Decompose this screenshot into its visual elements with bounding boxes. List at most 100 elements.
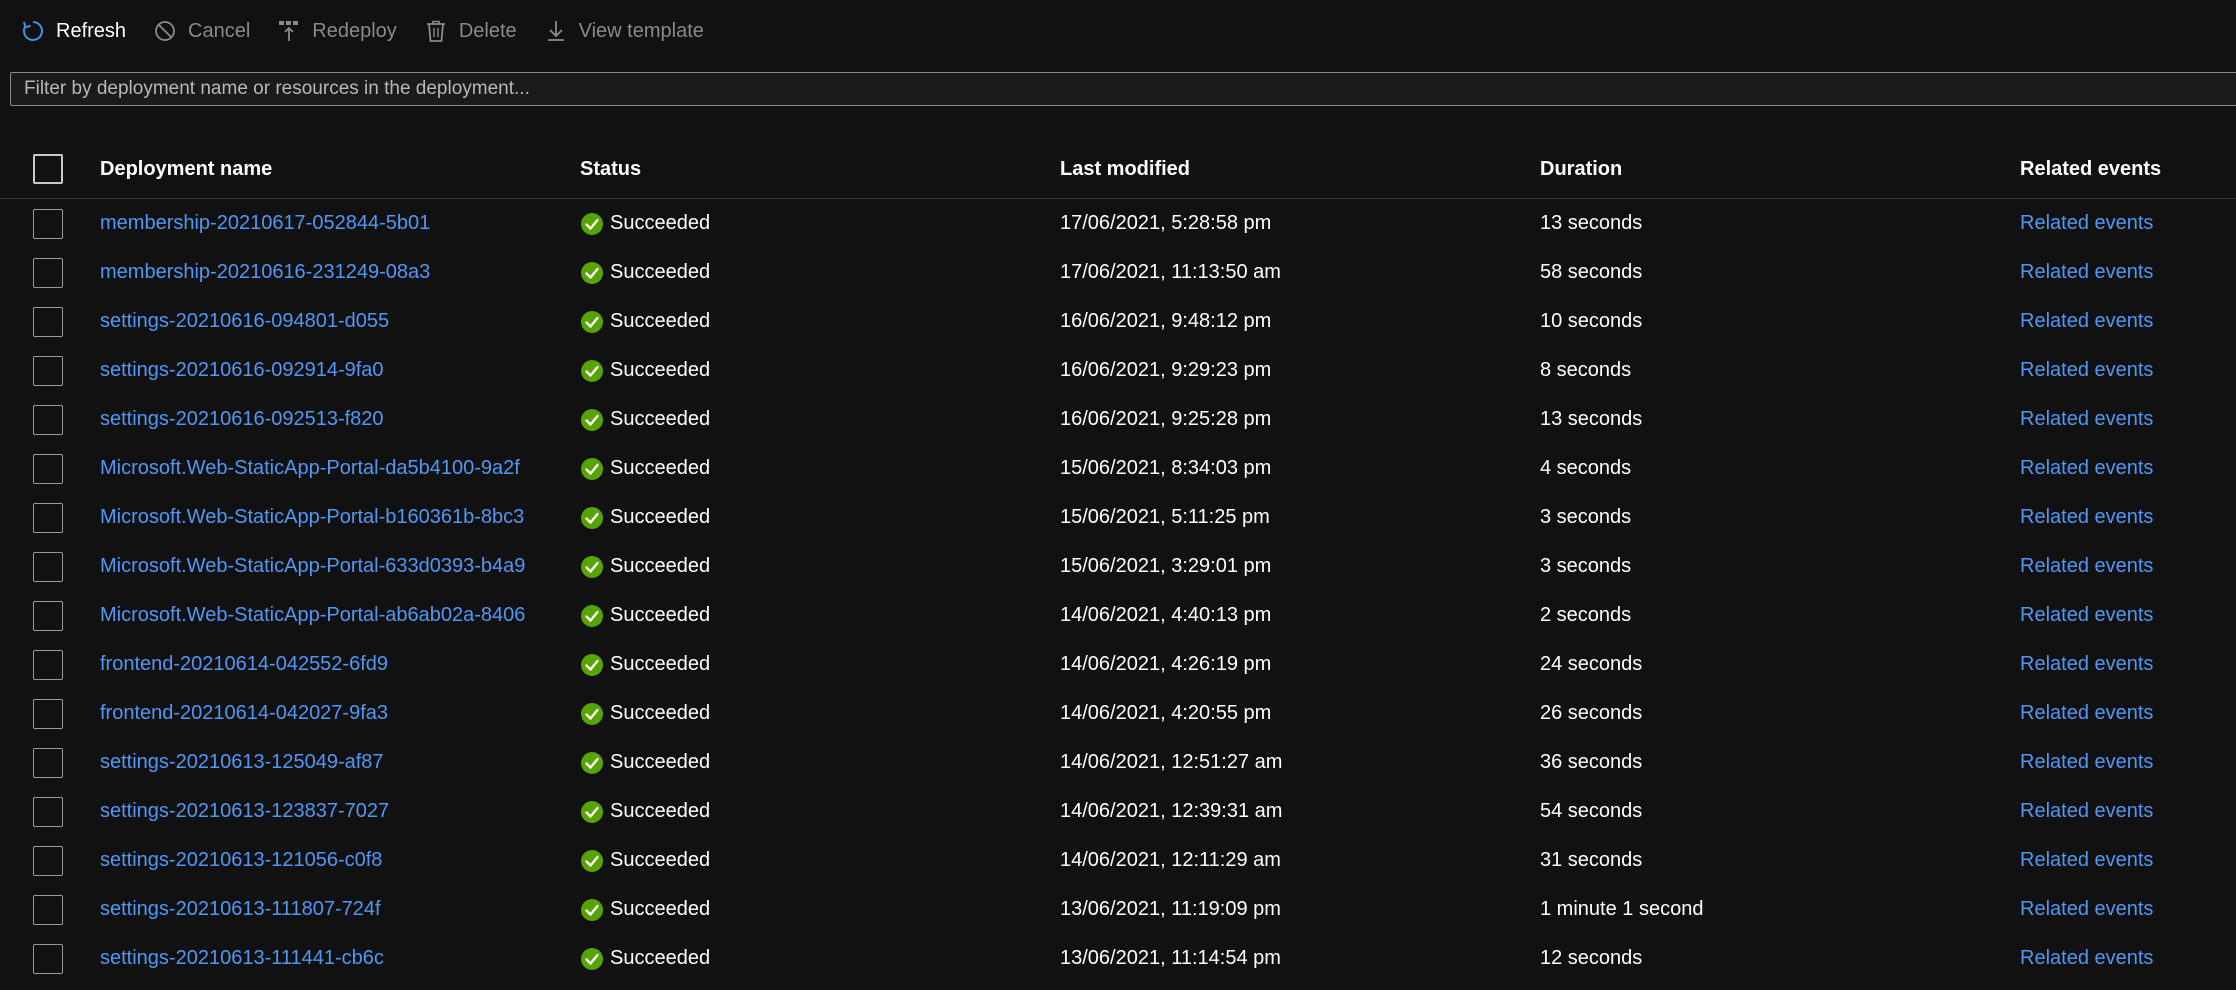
row-select-cell	[32, 257, 64, 289]
row-checkbox[interactable]	[33, 649, 63, 680]
column-header-related-events[interactable]: Related events	[2020, 158, 2161, 181]
related-events-link[interactable]: Related events	[2020, 849, 2153, 871]
related-events-link[interactable]: Related events	[2020, 555, 2153, 577]
row-checkbox[interactable]	[33, 257, 63, 288]
related-events-cell: Related events	[2020, 457, 2153, 480]
deployment-name-cell: frontend-20210614-042552-6fd9	[100, 653, 388, 676]
last-modified-cell: 14/06/2021, 4:40:13 pm	[1060, 604, 1272, 626]
deployment-name-link[interactable]: settings-20210613-123837-7027	[100, 800, 389, 822]
row-checkbox[interactable]	[33, 698, 63, 729]
success-check-icon	[580, 457, 604, 481]
row-checkbox[interactable]	[33, 551, 63, 582]
deployment-name-cell: membership-20210617-052844-5b01	[100, 212, 430, 235]
row-select-cell	[32, 600, 64, 632]
status-cell: Succeeded	[580, 359, 710, 383]
row-checkbox[interactable]	[33, 747, 63, 778]
grid-header-row: Deployment name Status Last modified Dur…	[0, 140, 2236, 199]
deployments-grid: Deployment name Status Last modified Dur…	[0, 140, 2236, 983]
duration-cell: 8 seconds	[1540, 359, 1632, 381]
column-header-duration[interactable]: Duration	[1540, 158, 1622, 181]
deployment-name-link[interactable]: Microsoft.Web-StaticApp-Portal-ab6ab02a-…	[100, 604, 525, 626]
refresh-button[interactable]: Refresh	[20, 11, 126, 51]
delete-button[interactable]: Delete	[423, 11, 517, 51]
last-modified-cell: 15/06/2021, 5:11:25 pm	[1060, 506, 1270, 528]
row-checkbox[interactable]	[33, 894, 63, 925]
row-checkbox[interactable]	[33, 453, 63, 484]
row-checkbox[interactable]	[33, 306, 63, 337]
success-check-icon	[580, 261, 604, 285]
deployment-name-cell: Microsoft.Web-StaticApp-Portal-b160361b-…	[100, 506, 524, 529]
table-row: settings-20210613-125049-af87 Succeeded …	[0, 738, 2236, 787]
row-select-cell	[32, 404, 64, 436]
related-events-link[interactable]: Related events	[2020, 310, 2153, 332]
column-header-last-modified[interactable]: Last modified	[1060, 158, 1190, 181]
related-events-link[interactable]: Related events	[2020, 702, 2153, 724]
related-events-cell: Related events	[2020, 702, 2153, 725]
row-checkbox[interactable]	[33, 600, 63, 631]
redeploy-icon	[276, 18, 302, 44]
table-row: settings-20210616-092914-9fa0 Succeeded …	[0, 346, 2236, 395]
related-events-link[interactable]: Related events	[2020, 653, 2153, 675]
duration-cell: 1 minute 1 second	[1540, 898, 1704, 920]
row-checkbox[interactable]	[33, 796, 63, 827]
related-events-cell: Related events	[2020, 408, 2153, 431]
select-all-checkbox[interactable]	[33, 154, 63, 184]
deployment-name-cell: settings-20210613-111807-724f	[100, 898, 381, 921]
deployment-name-link[interactable]: frontend-20210614-042027-9fa3	[100, 702, 388, 724]
column-header-deployment-name[interactable]: Deployment name	[100, 158, 272, 181]
cancel-button[interactable]: Cancel	[152, 11, 250, 51]
view-template-button[interactable]: View template	[543, 11, 704, 51]
related-events-link[interactable]: Related events	[2020, 898, 2153, 920]
deployment-name-link[interactable]: membership-20210616-231249-08a3	[100, 261, 430, 283]
status-text: Succeeded	[610, 457, 711, 479]
related-events-link[interactable]: Related events	[2020, 947, 2153, 969]
deployment-name-link[interactable]: Microsoft.Web-StaticApp-Portal-da5b4100-…	[100, 457, 520, 479]
status-cell: Succeeded	[580, 653, 710, 677]
deployment-name-link[interactable]: settings-20210616-094801-d055	[100, 310, 389, 332]
deployment-name-cell: settings-20210613-121056-c0f8	[100, 849, 382, 872]
related-events-link[interactable]: Related events	[2020, 506, 2153, 528]
deployment-name-link[interactable]: settings-20210616-092513-f820	[100, 408, 384, 430]
related-events-link[interactable]: Related events	[2020, 800, 2153, 822]
row-select-cell	[32, 845, 64, 877]
related-events-link[interactable]: Related events	[2020, 261, 2153, 283]
status-cell: Succeeded	[580, 457, 710, 481]
deployment-name-link[interactable]: Microsoft.Web-StaticApp-Portal-633d0393-…	[100, 555, 525, 577]
refresh-label: Refresh	[56, 19, 127, 42]
related-events-link[interactable]: Related events	[2020, 604, 2153, 626]
deployment-name-link[interactable]: membership-20210617-052844-5b01	[100, 212, 430, 234]
related-events-link[interactable]: Related events	[2020, 408, 2153, 430]
related-events-link[interactable]: Related events	[2020, 359, 2153, 381]
row-checkbox[interactable]	[33, 845, 63, 876]
deployment-name-link[interactable]: settings-20210613-111441-cb6c	[100, 947, 384, 969]
deployment-name-link[interactable]: settings-20210613-125049-af87	[100, 751, 384, 773]
deployment-name-link[interactable]: Microsoft.Web-StaticApp-Portal-b160361b-…	[100, 506, 524, 528]
deployment-name-link[interactable]: settings-20210616-092914-9fa0	[100, 359, 384, 381]
row-checkbox[interactable]	[33, 943, 63, 974]
deployment-name-link[interactable]: settings-20210613-111807-724f	[100, 898, 381, 920]
related-events-link[interactable]: Related events	[2020, 751, 2153, 773]
duration-cell: 58 seconds	[1540, 261, 1643, 283]
column-header-status[interactable]: Status	[580, 158, 641, 181]
row-select-cell	[32, 747, 64, 779]
row-checkbox[interactable]	[33, 502, 63, 533]
related-events-link[interactable]: Related events	[2020, 212, 2153, 234]
status-text: Succeeded	[610, 653, 711, 675]
table-row: settings-20210613-121056-c0f8 Succeeded …	[0, 836, 2236, 885]
related-events-link[interactable]: Related events	[2020, 457, 2153, 479]
filter-input[interactable]	[10, 72, 2236, 106]
success-check-icon	[580, 800, 604, 824]
duration-cell: 12 seconds	[1540, 947, 1643, 969]
deployment-name-link[interactable]: settings-20210613-121056-c0f8	[100, 849, 382, 871]
duration-cell: 3 seconds	[1540, 555, 1632, 577]
deployment-name-link[interactable]: frontend-20210614-042552-6fd9	[100, 653, 388, 675]
row-checkbox[interactable]	[33, 404, 63, 435]
table-row: Microsoft.Web-StaticApp-Portal-da5b4100-…	[0, 444, 2236, 493]
row-checkbox[interactable]	[33, 355, 63, 386]
row-checkbox[interactable]	[33, 208, 63, 239]
last-modified-cell: 17/06/2021, 5:28:58 pm	[1060, 212, 1272, 234]
row-select-cell	[32, 306, 64, 338]
redeploy-button[interactable]: Redeploy	[276, 11, 397, 51]
related-events-cell: Related events	[2020, 212, 2153, 235]
table-row: frontend-20210614-042552-6fd9 Succeeded …	[0, 640, 2236, 689]
